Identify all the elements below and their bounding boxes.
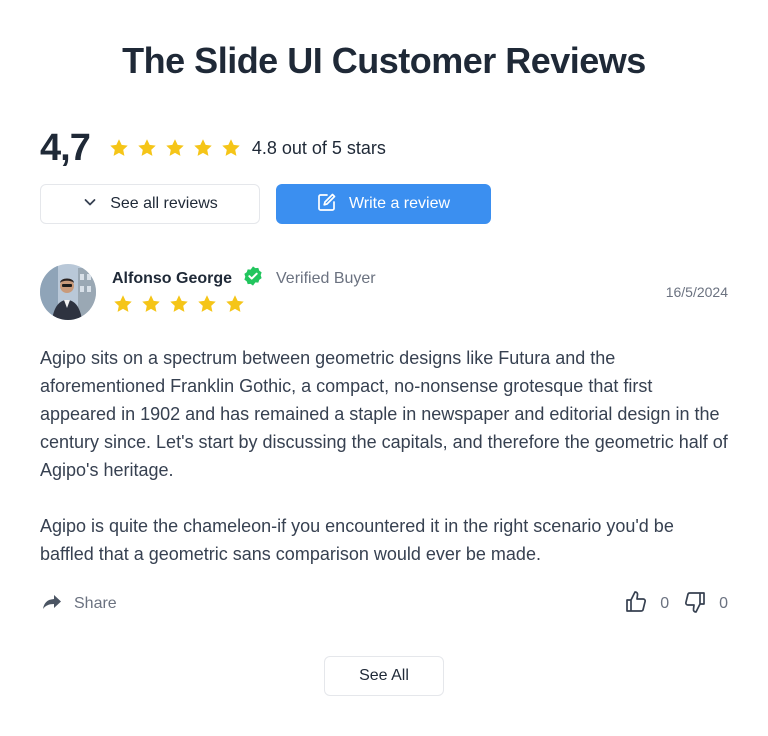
page-title: The Slide UI Customer Reviews	[122, 40, 646, 81]
dislike-count: 0	[719, 595, 728, 612]
rating-summary-text: 4.8 out of 5 stars	[251, 137, 386, 158]
review-actions: See all reviews Write a review	[40, 184, 491, 224]
star-icon	[108, 137, 130, 159]
share-label: Share	[74, 595, 117, 612]
summary-stars	[108, 137, 242, 159]
reviewer-line: Alfonso George Verified Buyer	[112, 265, 376, 292]
star-icon	[220, 137, 242, 159]
review-footer: Share 0 0	[40, 588, 728, 620]
review-body: Agipo sits on a spectrum between geometr…	[40, 344, 730, 596]
share-button[interactable]: Share	[40, 590, 117, 619]
star-icon	[136, 137, 158, 159]
dislike-button[interactable]: 0	[683, 590, 728, 619]
review-header: Alfonso George Verified Buyer 16/5/2024	[40, 264, 728, 322]
vote-controls: 0 0	[624, 590, 728, 619]
edit-icon	[317, 192, 337, 217]
write-review-button[interactable]: Write a review	[276, 184, 491, 224]
star-icon	[164, 137, 186, 159]
verified-label: Verified Buyer	[276, 269, 376, 287]
star-icon	[112, 293, 134, 315]
like-button[interactable]: 0	[624, 590, 669, 619]
review-paragraph: Agipo sits on a spectrum between geometr…	[40, 348, 728, 480]
star-icon	[196, 293, 218, 315]
reviewer-name: Alfonso George	[112, 269, 233, 287]
see-all-button[interactable]: See All	[324, 656, 444, 696]
review-date: 16/5/2024	[665, 284, 728, 300]
thumbs-down-icon	[683, 590, 707, 619]
verified-badge-icon	[242, 265, 264, 292]
chevron-down-icon	[82, 194, 98, 215]
write-review-label: Write a review	[348, 195, 451, 212]
average-rating: 4,7	[40, 126, 91, 169]
thumbs-up-icon	[624, 590, 648, 619]
review-paragraph: Agipo is quite the chameleon-if you enco…	[40, 516, 674, 564]
star-icon	[168, 293, 190, 315]
star-icon	[224, 293, 246, 315]
see-all-reviews-button[interactable]: See all reviews	[40, 184, 260, 224]
rating-summary: 4,7 4.8 out of 5 stars	[40, 126, 386, 170]
star-icon	[140, 293, 162, 315]
star-icon	[192, 137, 214, 159]
share-arrow-icon	[40, 590, 64, 619]
avatar	[40, 264, 96, 320]
see-all-reviews-label: See all reviews	[110, 195, 218, 212]
like-count: 0	[660, 595, 670, 612]
review-stars	[112, 293, 246, 315]
review-card: Alfonso George Verified Buyer 16/5/2024 …	[40, 264, 728, 613]
